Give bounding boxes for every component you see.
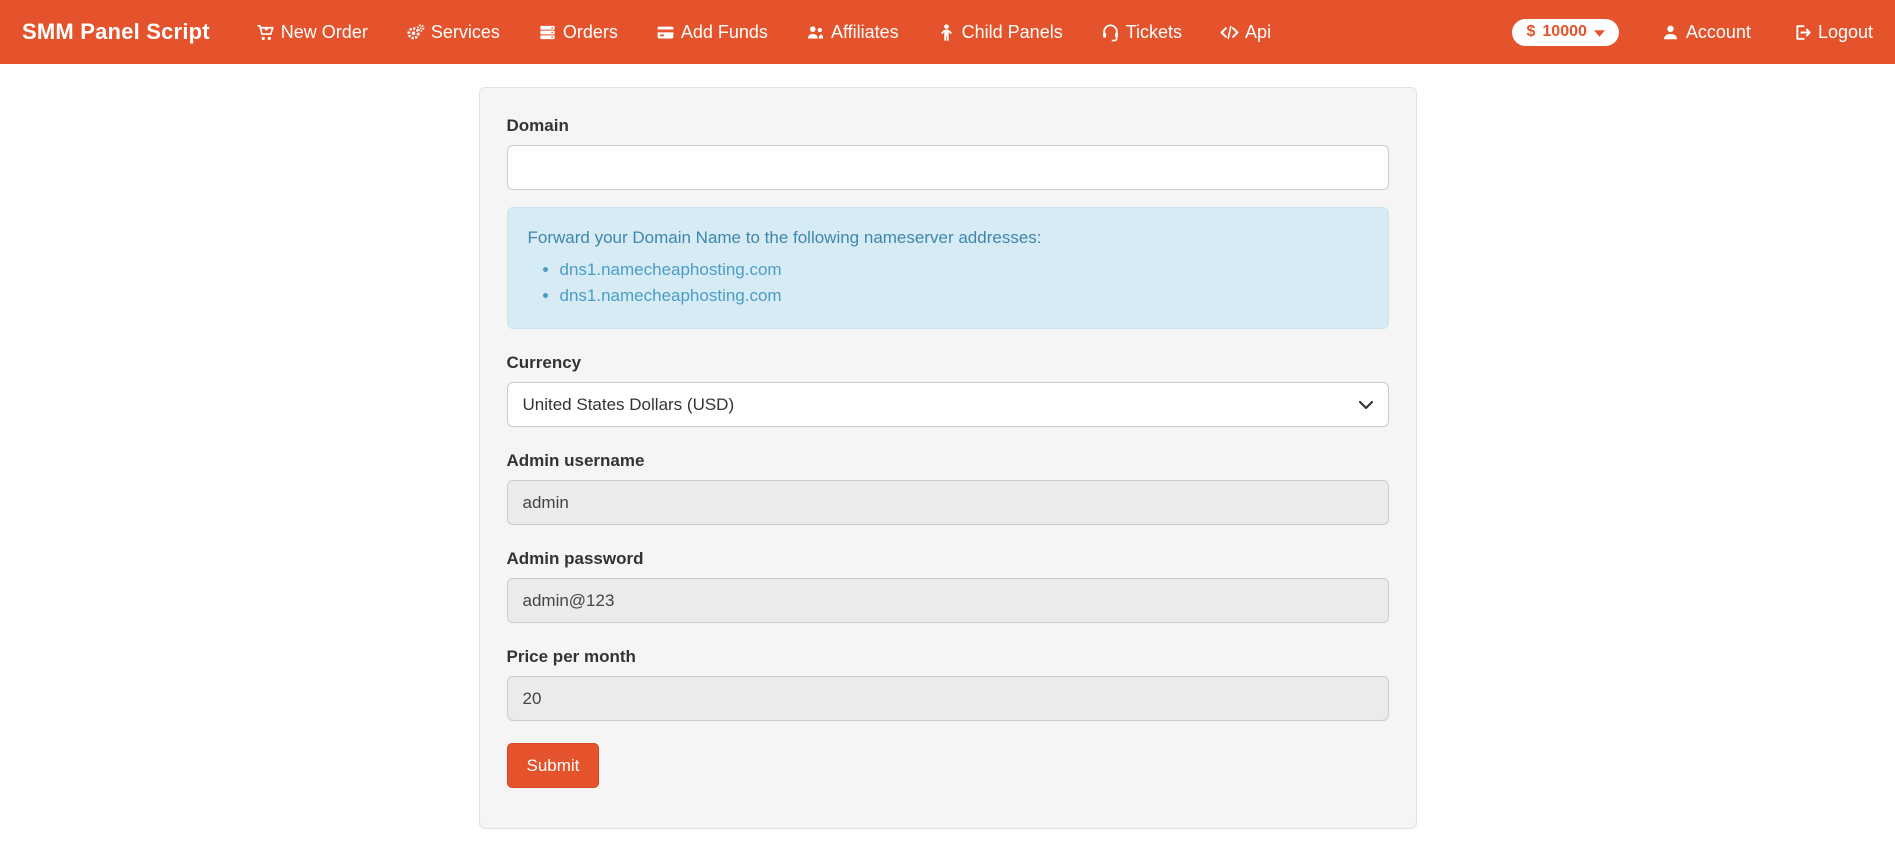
currency-select[interactable]: United States Dollars (USD) <box>507 382 1389 427</box>
domain-input[interactable] <box>507 145 1389 190</box>
currency-label: Currency <box>507 353 1389 373</box>
navbar-right-group: $ 10000 Account Logout <box>1512 19 1873 46</box>
price-per-month-label: Price per month <box>507 647 1389 667</box>
server-icon <box>538 23 557 42</box>
nav-item-label: Services <box>431 22 500 43</box>
nameserver-info-alert: Forward your Domain Name to the followin… <box>507 207 1389 329</box>
admin-username-input[interactable] <box>507 480 1389 525</box>
top-navbar: SMM Panel Script New Order Services Orde… <box>0 0 1895 64</box>
logout-button[interactable]: Logout <box>1793 22 1873 43</box>
balance-currency-symbol: $ <box>1526 23 1535 41</box>
account-button[interactable]: Account <box>1661 22 1751 43</box>
nameserver-item: dns1.namecheaphosting.com <box>560 260 1368 280</box>
alert-heading: Forward your Domain Name to the followin… <box>528 228 1368 248</box>
admin-password-label: Admin password <box>507 549 1389 569</box>
price-per-month-input[interactable] <box>507 676 1389 721</box>
nav-item-label: Orders <box>563 22 618 43</box>
child-icon <box>937 23 956 42</box>
nav-item-add-funds[interactable]: Add Funds <box>656 22 768 43</box>
nav-item-api[interactable]: Api <box>1220 22 1271 43</box>
nav-item-label: New Order <box>281 22 368 43</box>
brand-logo[interactable]: SMM Panel Script <box>22 19 210 45</box>
nav-item-label: Add Funds <box>681 22 768 43</box>
account-label: Account <box>1686 22 1751 43</box>
cart-icon <box>256 23 275 42</box>
admin-password-input[interactable] <box>507 578 1389 623</box>
credit-card-icon <box>656 23 675 42</box>
nameserver-list: dns1.namecheaphosting.com dns1.namecheap… <box>528 260 1368 306</box>
domain-label: Domain <box>507 116 1389 136</box>
nav-item-services[interactable]: Services <box>406 22 500 43</box>
nav-item-label: Tickets <box>1126 22 1182 43</box>
balance-dropdown[interactable]: $ 10000 <box>1512 19 1618 46</box>
cogs-icon <box>406 23 425 42</box>
caret-down-icon <box>1594 30 1605 37</box>
nav-item-label: Api <box>1245 22 1271 43</box>
headset-icon <box>1101 23 1120 42</box>
admin-username-label: Admin username <box>507 451 1389 471</box>
nav-item-affiliates[interactable]: Affiliates <box>806 22 899 43</box>
users-icon <box>806 23 825 42</box>
nav-item-label: Affiliates <box>831 22 899 43</box>
logout-icon <box>1793 23 1812 42</box>
logout-label: Logout <box>1818 22 1873 43</box>
submit-button[interactable]: Submit <box>507 743 600 788</box>
nav-item-child-panels[interactable]: Child Panels <box>937 22 1063 43</box>
currency-select-wrapper: United States Dollars (USD) <box>507 382 1389 427</box>
balance-amount: 10000 <box>1542 23 1587 41</box>
code-icon <box>1220 23 1239 42</box>
nav-item-new-order[interactable]: New Order <box>256 22 368 43</box>
nav-item-tickets[interactable]: Tickets <box>1101 22 1182 43</box>
child-panel-order-card: Domain Forward your Domain Name to the f… <box>479 87 1417 829</box>
nameserver-item: dns1.namecheaphosting.com <box>560 286 1368 306</box>
nav-item-orders[interactable]: Orders <box>538 22 618 43</box>
nav-item-label: Child Panels <box>962 22 1063 43</box>
user-icon <box>1661 23 1680 42</box>
